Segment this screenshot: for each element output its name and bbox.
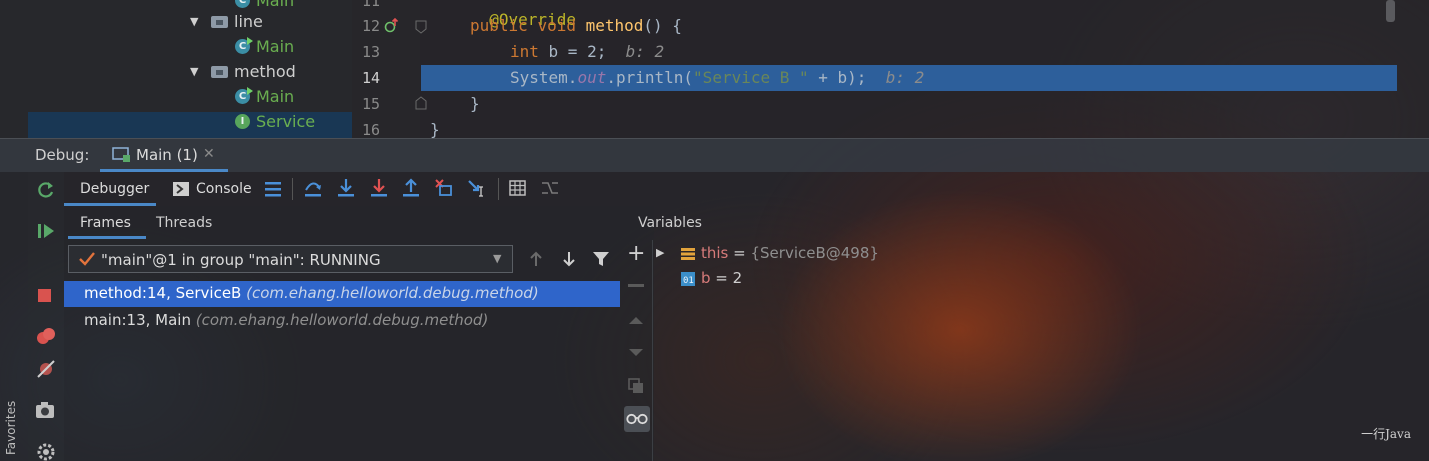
step-out-icon[interactable]	[401, 178, 421, 198]
tree-item-service[interactable]: I Service	[235, 109, 315, 134]
previous-frame-icon[interactable]	[528, 250, 544, 268]
thread-selector[interactable]: "main"@1 in group "main": RUNNING ▼	[68, 245, 513, 273]
close-icon[interactable]: ✕	[203, 146, 215, 162]
expand-arrow-icon[interactable]: ▼	[190, 9, 198, 34]
variables-header: Variables	[638, 215, 702, 231]
tab-debugger[interactable]: Debugger	[80, 181, 149, 197]
class-icon: C	[235, 37, 253, 54]
chevron-down-icon: ▼	[493, 252, 502, 265]
variable-row-this[interactable]: ▶ this = {ServiceB@498}	[656, 244, 879, 262]
next-frame-icon[interactable]	[561, 250, 577, 268]
stop-icon[interactable]	[36, 287, 54, 305]
favorites-tab[interactable]: Favorites	[4, 401, 18, 455]
primitive-value-icon: 01	[681, 272, 695, 286]
class-icon: C	[235, 0, 250, 8]
thread-selector-value: "main"@1 in group "main": RUNNING	[101, 251, 381, 269]
mute-breakpoints-icon[interactable]	[35, 358, 57, 380]
object-field-icon	[681, 248, 695, 260]
line-number: 13	[361, 43, 380, 61]
tree-item-method-main[interactable]: C Main	[235, 84, 294, 109]
expand-arrow-icon[interactable]: ▼	[190, 59, 198, 84]
editor-scrollbar[interactable]	[1386, 0, 1395, 22]
move-watch-up-icon[interactable]	[628, 315, 644, 325]
line-number: 11	[361, 0, 380, 10]
code-line-16: }	[430, 120, 440, 139]
step-into-icon[interactable]	[336, 178, 356, 198]
code-line-15: }	[470, 94, 480, 113]
line-number: 15	[361, 95, 380, 113]
code-line-13: int b = 2; b: 2	[510, 42, 665, 61]
frames-tab-bar	[64, 207, 654, 240]
glasses-icon	[626, 413, 648, 425]
tab-console[interactable]: Console	[196, 181, 252, 197]
show-execution-point-icon[interactable]	[264, 180, 282, 198]
force-step-into-icon[interactable]	[369, 178, 389, 198]
tab-active-indicator	[100, 169, 228, 172]
debug-title: Debug:	[35, 146, 90, 164]
trace-current-stream-icon[interactable]	[541, 180, 559, 196]
resume-icon[interactable]	[36, 221, 56, 241]
duplicate-watch-icon[interactable]	[628, 378, 644, 394]
filter-icon[interactable]	[592, 250, 610, 268]
code-line-12: public void method() {	[470, 16, 682, 35]
new-watch-button[interactable]: +	[627, 243, 645, 265]
package-icon	[211, 66, 228, 78]
fold-marker-icon[interactable]	[415, 20, 427, 34]
rerun-icon[interactable]	[36, 180, 56, 200]
remove-watch-icon[interactable]	[628, 284, 644, 288]
tree-item-line-main[interactable]: C Main	[235, 34, 294, 59]
frame-row[interactable]: main:13, Main (com.ehang.helloworld.debu…	[84, 311, 488, 329]
inline-value-hint: b: 2	[885, 68, 925, 87]
panel-divider[interactable]	[652, 240, 653, 461]
tab-active-indicator	[68, 236, 146, 239]
expand-arrow-icon[interactable]: ▶	[656, 246, 664, 259]
view-breakpoints-icon[interactable]	[35, 326, 57, 348]
tab-threads[interactable]: Threads	[156, 215, 212, 231]
step-over-icon[interactable]	[303, 178, 323, 198]
fold-marker-icon[interactable]	[415, 96, 427, 110]
svg-text:01: 01	[683, 276, 694, 286]
watermark: 一行Java	[1361, 427, 1411, 441]
session-icon	[112, 147, 130, 162]
tree-item-method[interactable]: ▼ method	[190, 59, 296, 84]
tree-item-line[interactable]: ▼ line	[190, 9, 263, 34]
evaluate-expression-icon[interactable]	[509, 180, 527, 196]
line-number: 12	[361, 17, 380, 35]
checkmark-icon	[79, 252, 95, 266]
session-tab-label: Main (1)	[136, 146, 198, 164]
line-number: 14	[361, 69, 380, 87]
drop-frame-icon[interactable]	[434, 178, 454, 198]
inline-value-hint: b: 2	[625, 42, 665, 61]
move-watch-down-icon[interactable]	[628, 348, 644, 358]
toolbar-separator	[498, 178, 499, 200]
console-icon	[173, 182, 189, 196]
interface-icon: I	[235, 114, 250, 129]
run-to-cursor-icon[interactable]	[467, 178, 487, 198]
class-icon: C	[235, 87, 253, 104]
override-marker-icon[interactable]	[384, 17, 400, 35]
line-number: 16	[361, 121, 380, 139]
camera-icon[interactable]	[35, 401, 55, 419]
package-icon	[211, 16, 228, 28]
tab-frames[interactable]: Frames	[80, 215, 131, 231]
variable-row-b[interactable]: 01 b = 2	[658, 269, 742, 287]
tab-debug-session-main[interactable]: Main (1) ✕	[100, 140, 228, 172]
gear-icon[interactable]	[36, 442, 56, 461]
code-line-14: System.out.println("Service B " + b); b:…	[510, 68, 925, 87]
frame-row[interactable]: method:14, ServiceB (com.ehang.helloworl…	[84, 284, 539, 302]
toolbar-separator	[292, 178, 293, 200]
